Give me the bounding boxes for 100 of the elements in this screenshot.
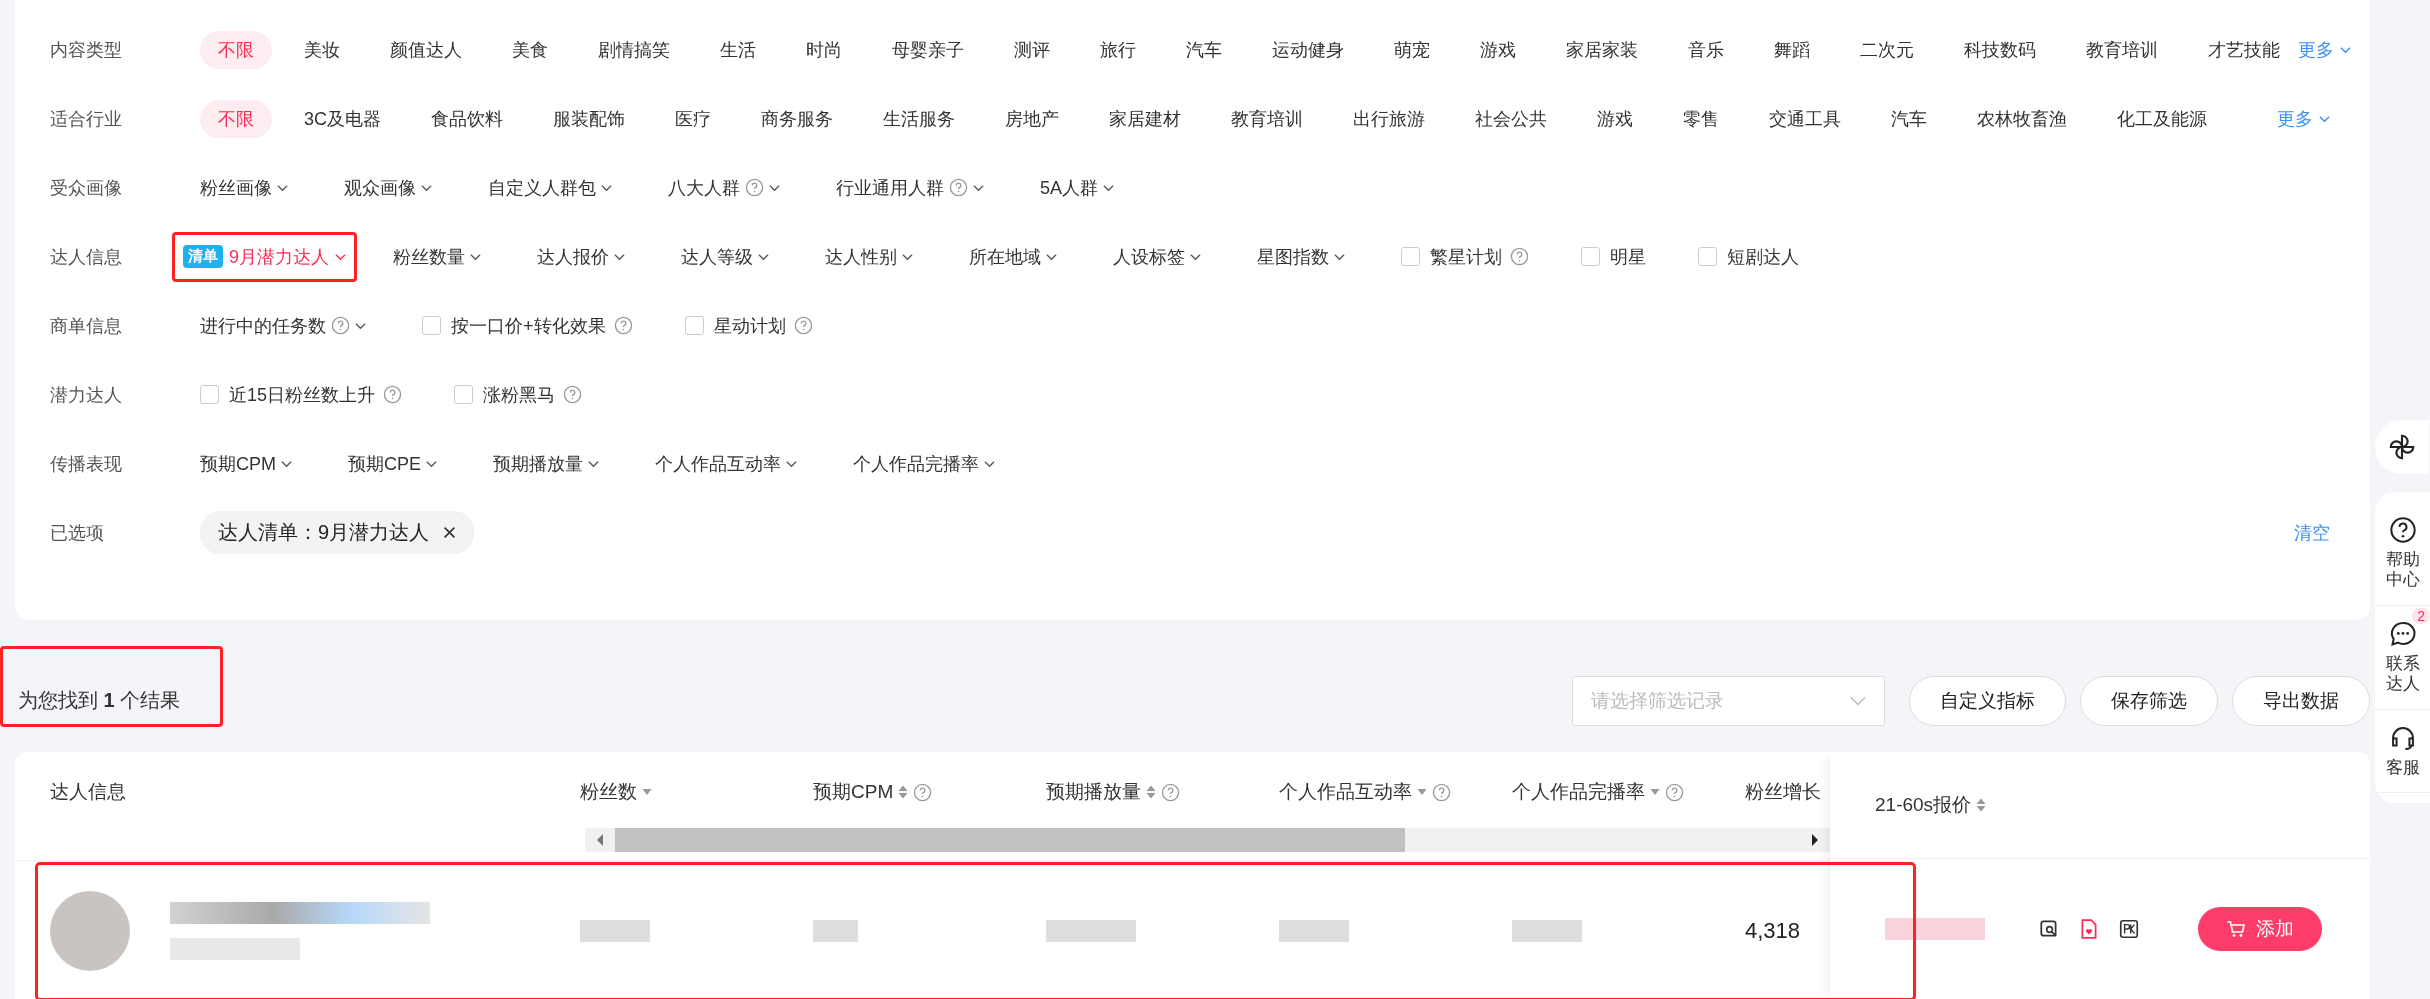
- help-icon[interactable]: [2388, 516, 2417, 544]
- filter-tag[interactable]: 汽车: [1168, 30, 1240, 69]
- filter-tag[interactable]: 游戏: [1462, 30, 1534, 69]
- filter-tag[interactable]: 剧情搞笑: [580, 30, 688, 69]
- filter-label: 潜力达人: [50, 384, 122, 405]
- scroll-left-icon[interactable]: [595, 833, 605, 847]
- filter-dropdown[interactable]: 预期CPM: [200, 451, 292, 476]
- caret-icon: [281, 459, 292, 468]
- caret-icon: [1103, 183, 1115, 192]
- blurred-text: [580, 920, 650, 942]
- filter-dropdown[interactable]: 所在地域: [969, 244, 1057, 269]
- checkbox[interactable]: [422, 316, 441, 335]
- filter-dropdown[interactable]: 预期CPE: [348, 451, 437, 476]
- filter-tag[interactable]: 食品饮料: [413, 99, 521, 138]
- sort-icon[interactable]: [1976, 797, 1987, 813]
- filter-dropdown[interactable]: 行业通用人群: [836, 175, 984, 200]
- filter-tag[interactable]: 商务服务: [743, 99, 851, 138]
- filter-dropdown[interactable]: 自定义人群包: [488, 175, 612, 200]
- checkbox[interactable]: [454, 385, 474, 404]
- column-header[interactable]: 21-60s报价: [1875, 792, 1987, 818]
- toolbar-button[interactable]: 保存筛选: [2080, 676, 2218, 726]
- column-header[interactable]: 个人作品互动率: [1279, 779, 1512, 805]
- filter-tag[interactable]: 运动健身: [1254, 30, 1362, 69]
- checkbox[interactable]: [1698, 247, 1717, 266]
- filter-dropdown[interactable]: 达人性别: [825, 244, 913, 269]
- pk-icon[interactable]: [2118, 918, 2140, 940]
- filter-tag[interactable]: 农林牧畜渔: [1959, 99, 2085, 138]
- filter-tag[interactable]: 出行旅游: [1335, 99, 1443, 138]
- filter-tag[interactable]: 生活: [702, 30, 774, 69]
- filter-tag[interactable]: 旅行: [1082, 30, 1154, 69]
- checkbox[interactable]: [200, 385, 219, 404]
- checkbox[interactable]: [1581, 247, 1600, 266]
- filter-tag[interactable]: 颜值达人: [372, 30, 480, 69]
- filter-tag[interactable]: 美食: [494, 30, 566, 69]
- filter-tag[interactable]: 母婴亲子: [874, 30, 982, 69]
- side-label[interactable]: 客服: [2385, 757, 2420, 778]
- filter-tag[interactable]: 才艺技能: [2190, 30, 2298, 69]
- filter-dropdown[interactable]: 预期播放量: [493, 451, 599, 476]
- filter-dropdown[interactable]: 星图指数: [1257, 244, 1345, 269]
- filter-tag[interactable]: 教育培训: [2068, 30, 2176, 69]
- checkbox-label: 按一口价+转化效果: [451, 313, 633, 338]
- column-header[interactable]: 达人信息: [15, 779, 580, 805]
- filter-tag[interactable]: 教育培训: [1213, 99, 1321, 138]
- filter-tag[interactable]: 家居家装: [1548, 30, 1656, 69]
- filter-tag[interactable]: 美妆: [286, 30, 358, 69]
- filter-tag[interactable]: 房地产: [987, 99, 1077, 138]
- chat-icon[interactable]: [2388, 619, 2417, 648]
- filter-dropdown[interactable]: 进行中的任务数: [200, 313, 366, 338]
- column-header[interactable]: 粉丝增长: [1745, 779, 1830, 805]
- filter-tag[interactable]: 社会公共: [1457, 99, 1565, 138]
- column-header[interactable]: 预期CPM: [813, 779, 1046, 805]
- selected-chip[interactable]: 达人清单：9月潜力达人: [200, 511, 475, 554]
- caret-icon: [973, 183, 984, 192]
- column-header[interactable]: 粉丝数: [580, 779, 813, 805]
- filter-dropdown[interactable]: 达人等级: [681, 244, 769, 269]
- filter-dropdown[interactable]: 5A人群: [1040, 175, 1115, 200]
- close-icon[interactable]: [443, 526, 457, 539]
- checkbox[interactable]: [1401, 247, 1420, 266]
- horizontal-scrollbar[interactable]: [585, 828, 1830, 852]
- filter-tag[interactable]: 生活服务: [865, 99, 973, 138]
- caret-icon: [355, 321, 366, 330]
- sort-icon[interactable]: [898, 784, 909, 800]
- filter-tag[interactable]: 化工及能源: [2099, 99, 2225, 138]
- filter-tag[interactable]: 萌宠: [1376, 30, 1448, 69]
- checkbox[interactable]: [684, 316, 704, 335]
- filter-tag[interactable]: 3C及电器: [286, 99, 399, 138]
- filter-tag[interactable]: 零售: [1665, 99, 1737, 138]
- pinwheel-button[interactable]: [2375, 420, 2429, 474]
- filter-tag[interactable]: 科技数码: [1946, 30, 2054, 69]
- side-label[interactable]: 帮助中心: [2385, 550, 2420, 591]
- filter-tag[interactable]: 汽车: [1873, 99, 1945, 138]
- filter-tag[interactable]: 舞蹈: [1756, 30, 1828, 69]
- filter-dropdown[interactable]: 粉丝画像: [200, 175, 288, 200]
- filter-tag[interactable]: 医疗: [657, 99, 729, 138]
- sort-icon[interactable]: [1146, 784, 1156, 800]
- filter-tag[interactable]: 游戏: [1579, 99, 1651, 138]
- filter-dropdown[interactable]: 达人报价: [537, 244, 625, 269]
- filter-dropdown[interactable]: 人设标签: [1113, 244, 1201, 269]
- filter-tag[interactable]: 二次元: [1842, 30, 1932, 69]
- filter-dropdown[interactable]: 个人作品互动率: [655, 451, 797, 476]
- toolbar-button[interactable]: 导出数据: [2232, 676, 2370, 726]
- chevron-icon: [1850, 696, 1866, 706]
- list-dropdown[interactable]: 清单 9月潜力达人: [172, 231, 357, 282]
- filter-dropdown[interactable]: 粉丝数量: [393, 244, 481, 269]
- filter-tag[interactable]: 家居建材: [1091, 99, 1199, 138]
- filter-tag[interactable]: 交通工具: [1751, 99, 1859, 138]
- column-header[interactable]: 个人作品完播率: [1512, 779, 1745, 805]
- filter-tag[interactable]: 音乐: [1670, 30, 1742, 69]
- filter-tag[interactable]: 服装配饰: [535, 99, 643, 138]
- search-icon[interactable]: [2038, 918, 2060, 940]
- scroll-right-icon[interactable]: [1810, 833, 1820, 847]
- filter-dropdown[interactable]: 八大人群: [668, 175, 780, 200]
- toolbar-button[interactable]: 自定义指标: [1909, 676, 2066, 726]
- filter-tag[interactable]: 测评: [996, 30, 1068, 69]
- filter-dropdown[interactable]: 个人作品完播率: [853, 451, 995, 476]
- column-header[interactable]: 预期播放量: [1046, 779, 1279, 805]
- filter-tag[interactable]: 时尚: [788, 30, 860, 69]
- help-icon: [1665, 782, 1684, 802]
- side-label[interactable]: 联系达人: [2385, 653, 2420, 695]
- filter-dropdown[interactable]: 观众画像: [344, 175, 432, 200]
